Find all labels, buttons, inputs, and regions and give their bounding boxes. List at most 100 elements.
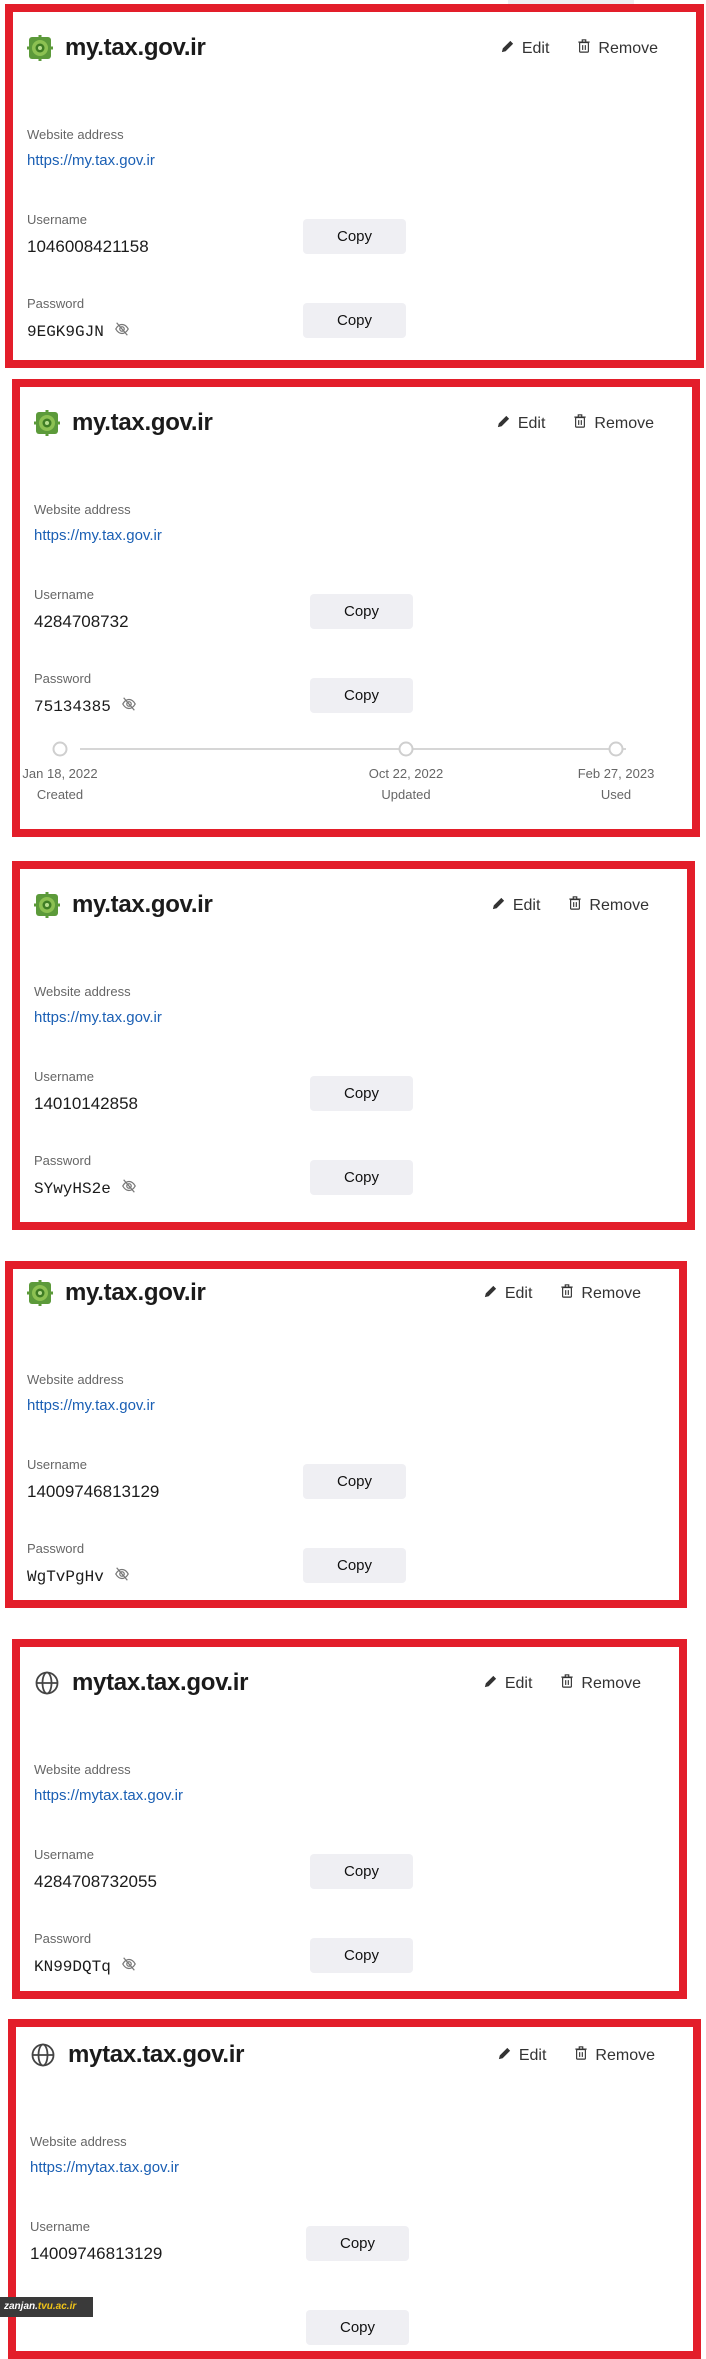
username-label: Username: [30, 2219, 90, 2234]
globe-icon: [34, 1670, 60, 1696]
eye-off-icon[interactable]: [121, 1956, 137, 1977]
edit-button[interactable]: Edit: [483, 1673, 532, 1694]
username-value: 4284708732: [34, 612, 129, 631]
username-value: 14009746813129: [30, 2244, 163, 2263]
website-link[interactable]: https://my.tax.gov.ir: [27, 1397, 155, 1414]
copy-password-button[interactable]: Copy: [310, 678, 413, 713]
card-header: my.tax.gov.ir: [27, 1279, 206, 1307]
copy-password-button[interactable]: Copy: [310, 1160, 413, 1195]
website-link[interactable]: https://my.tax.gov.ir: [34, 527, 162, 544]
remove-button[interactable]: Remove: [568, 895, 649, 916]
site-title: my.tax.gov.ir: [72, 891, 213, 918]
tax-logo-icon: [34, 410, 60, 436]
timeline-entry: Jan 18, 2022 Created: [22, 766, 98, 802]
card-header: my.tax.gov.ir: [27, 34, 206, 62]
website-address-label: Website address: [27, 1372, 124, 1387]
remove-button[interactable]: Remove: [560, 1283, 641, 1304]
remove-button[interactable]: Remove: [577, 38, 658, 59]
timeline-line: [80, 748, 626, 750]
tax-logo-icon: [27, 1280, 53, 1306]
password-value: 9EGK9GJN: [27, 321, 130, 342]
timeline-entry: Feb 27, 2023 Used: [577, 766, 655, 802]
eye-off-icon[interactable]: [121, 696, 137, 717]
password-card: my.tax.gov.ir Edit Remove Website addres…: [5, 1261, 687, 1608]
eye-off-icon[interactable]: [114, 1566, 130, 1587]
copy-password-button[interactable]: Copy: [310, 1938, 413, 1973]
copy-password-button[interactable]: Copy: [303, 303, 406, 338]
pencil-icon: [483, 1284, 498, 1304]
password-card: mytax.tax.gov.ir Edit Remove Website add…: [8, 2019, 701, 2359]
site-title: my.tax.gov.ir: [65, 1279, 206, 1306]
copy-username-button[interactable]: Copy: [310, 1076, 413, 1111]
card-header: my.tax.gov.ir: [34, 891, 213, 919]
website-address-label: Website address: [34, 984, 131, 999]
password-value: 75134385: [34, 696, 137, 717]
username-value: 14010142858: [34, 1094, 139, 1113]
website-link[interactable]: https://mytax.tax.gov.ir: [34, 1787, 183, 1804]
website-address-label: Website address: [34, 1762, 131, 1777]
website-address-label: Website address: [34, 502, 131, 517]
username-value: 4284708732055: [34, 1872, 157, 1891]
site-title: mytax.tax.gov.ir: [72, 1669, 249, 1696]
site-title: my.tax.gov.ir: [72, 409, 213, 436]
copy-username-button[interactable]: Copy: [306, 2226, 409, 2261]
edit-button[interactable]: Edit: [491, 895, 540, 916]
card-header: my.tax.gov.ir: [34, 409, 213, 437]
password-card: mytax.tax.gov.ir Edit Remove Website add…: [12, 1639, 687, 1999]
eye-off-icon[interactable]: [121, 1178, 137, 1199]
password-value: WgTvPgHv: [27, 1566, 130, 1587]
website-link[interactable]: https://mytax.tax.gov.ir: [30, 2159, 179, 2176]
website-link[interactable]: https://my.tax.gov.ir: [34, 1009, 162, 1026]
timeline-dot: [608, 741, 624, 757]
copy-username-button[interactable]: Copy: [310, 1854, 413, 1889]
copy-username-button[interactable]: Copy: [303, 1464, 406, 1499]
username-label: Username: [34, 587, 94, 602]
site-title: my.tax.gov.ir: [65, 34, 206, 61]
password-card: my.tax.gov.ir Edit Remove Website addres…: [12, 861, 695, 1230]
password-label: Password: [34, 1931, 92, 1946]
username-value: 14009746813129: [27, 1482, 160, 1501]
eye-off-icon[interactable]: [114, 321, 130, 342]
edit-button[interactable]: Edit: [497, 2045, 546, 2066]
edit-button[interactable]: Edit: [500, 38, 549, 59]
remove-button[interactable]: Remove: [573, 413, 654, 434]
card-header: mytax.tax.gov.ir: [30, 2041, 244, 2069]
edit-button[interactable]: Edit: [483, 1283, 532, 1304]
website-link[interactable]: https://my.tax.gov.ir: [27, 152, 155, 169]
password-card: my.tax.gov.ir Edit Remove Website addres…: [5, 4, 704, 368]
username-label: Username: [27, 1457, 87, 1472]
edit-button[interactable]: Edit: [496, 413, 545, 434]
pencil-icon: [491, 896, 506, 916]
website-address-label: Website address: [27, 127, 124, 142]
copy-username-button[interactable]: Copy: [310, 594, 413, 629]
copy-password-button[interactable]: Copy: [303, 1548, 406, 1583]
password-label: Password: [27, 1541, 85, 1556]
card-header: mytax.tax.gov.ir: [34, 1669, 248, 1697]
timeline-entry: Oct 22, 2022 Updated: [368, 766, 444, 802]
pencil-icon: [500, 39, 515, 59]
copy-password-button[interactable]: Copy: [306, 2310, 409, 2345]
pencil-icon: [497, 2046, 512, 2066]
watermark-logo: zanjan.tvu.ac.ir: [0, 2297, 93, 2317]
tax-logo-icon: [27, 35, 53, 61]
username-label: Username: [34, 1069, 94, 1084]
username-value: 1046008421158: [27, 237, 149, 256]
password-label: Password: [34, 671, 92, 686]
copy-username-button[interactable]: Copy: [303, 219, 406, 254]
tax-logo-icon: [34, 892, 60, 918]
remove-button[interactable]: Remove: [560, 1673, 641, 1694]
timeline-dot: [398, 741, 414, 757]
trash-icon: [573, 413, 587, 434]
trash-icon: [560, 1673, 574, 1694]
password-value: SYwyHS2e: [34, 1178, 137, 1199]
username-label: Username: [34, 1847, 94, 1862]
trash-icon: [577, 38, 591, 59]
password-card: my.tax.gov.ir Edit Remove Website addres…: [12, 379, 700, 837]
site-title: mytax.tax.gov.ir: [68, 2041, 245, 2068]
trash-icon: [568, 895, 582, 916]
remove-button[interactable]: Remove: [574, 2045, 655, 2066]
website-address-label: Website address: [30, 2134, 127, 2149]
password-label: Password: [34, 1153, 92, 1168]
pencil-icon: [483, 1674, 498, 1694]
password-value: KN99DQTq: [34, 1956, 137, 1977]
